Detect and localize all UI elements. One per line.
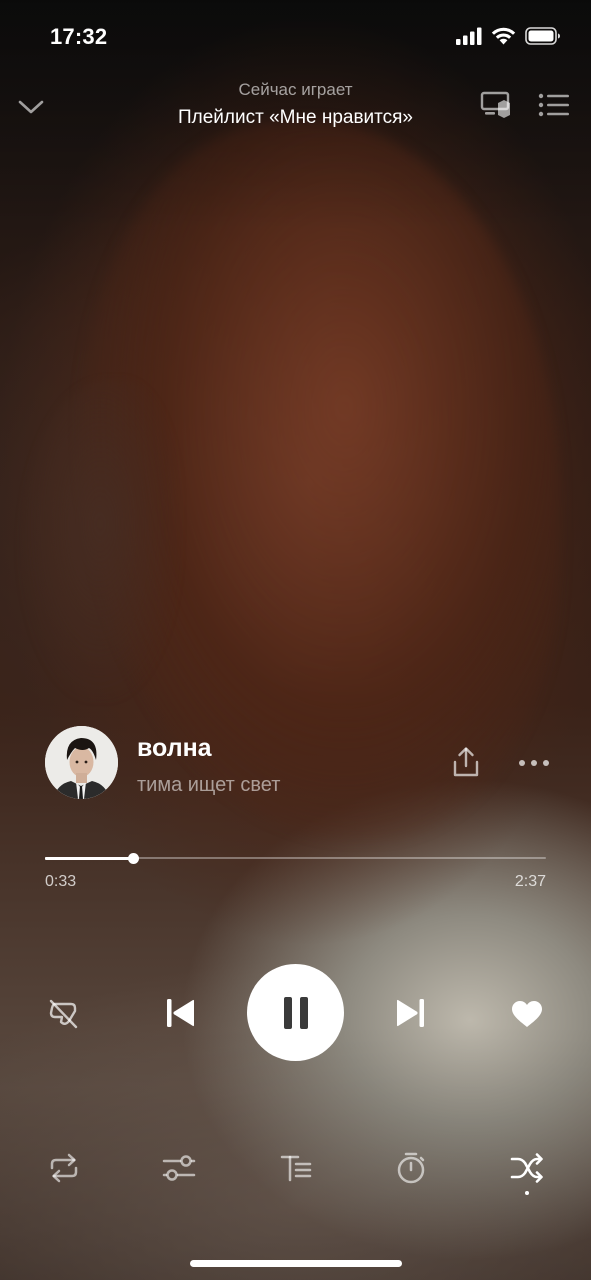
share-icon — [453, 747, 479, 777]
next-icon — [397, 999, 424, 1027]
more-options-button[interactable] — [517, 748, 551, 778]
status-icons — [456, 27, 561, 45]
next-track-button[interactable] — [391, 993, 431, 1033]
more-horizontal-icon — [519, 760, 549, 766]
total-time: 2:37 — [514, 873, 546, 890]
progress-fill — [45, 857, 133, 860]
queue-button[interactable] — [537, 88, 571, 122]
artist-avatar[interactable] — [45, 726, 118, 799]
equalizer-settings-icon — [162, 1155, 196, 1181]
pause-button[interactable] — [247, 964, 344, 1061]
dislike-button[interactable] — [44, 995, 82, 1033]
equalizer-settings-button[interactable] — [159, 1148, 199, 1188]
dislike-icon — [49, 999, 78, 1029]
player-options-bar — [0, 1148, 591, 1192]
pause-icon — [283, 996, 308, 1029]
queue-list-icon — [538, 93, 569, 117]
lyrics-icon — [280, 1155, 312, 1182]
current-time: 0:33 — [45, 873, 77, 890]
album-background-art — [0, 0, 591, 1280]
previous-track-button[interactable] — [160, 993, 200, 1033]
progress-knob[interactable] — [127, 853, 139, 864]
device-cast-icon — [480, 91, 510, 118]
player-header: Сейчас играет Плейлист «Мне нравится» — [0, 74, 591, 144]
repeat-button[interactable] — [44, 1148, 84, 1188]
wifi-icon — [491, 27, 516, 45]
status-time: 17:32 — [50, 24, 108, 49]
playback-controls — [0, 964, 591, 1062]
heart-icon — [512, 1001, 542, 1027]
playback-progress-slider[interactable] — [45, 852, 546, 866]
shuffle-button[interactable] — [507, 1148, 547, 1188]
repeat-icon — [50, 1153, 78, 1183]
battery-icon — [525, 27, 560, 45]
sleep-timer-button[interactable] — [391, 1148, 431, 1188]
track-info: волна тима ищет свет — [45, 726, 551, 802]
shuffle-icon — [510, 1153, 543, 1183]
track-title: волна — [137, 734, 212, 762]
shuffle-active-indicator — [525, 1191, 529, 1195]
home-indicator[interactable] — [190, 1260, 402, 1267]
lyrics-button[interactable] — [276, 1148, 316, 1188]
status-bar: 17:32 — [0, 0, 591, 74]
share-button[interactable] — [449, 744, 483, 780]
like-button[interactable] — [508, 995, 546, 1033]
track-artist[interactable]: тима ищет свет — [137, 774, 280, 797]
cellular-signal-icon — [456, 27, 482, 45]
device-cast-button[interactable] — [479, 88, 513, 122]
previous-icon — [167, 999, 194, 1027]
timer-icon — [397, 1152, 425, 1184]
